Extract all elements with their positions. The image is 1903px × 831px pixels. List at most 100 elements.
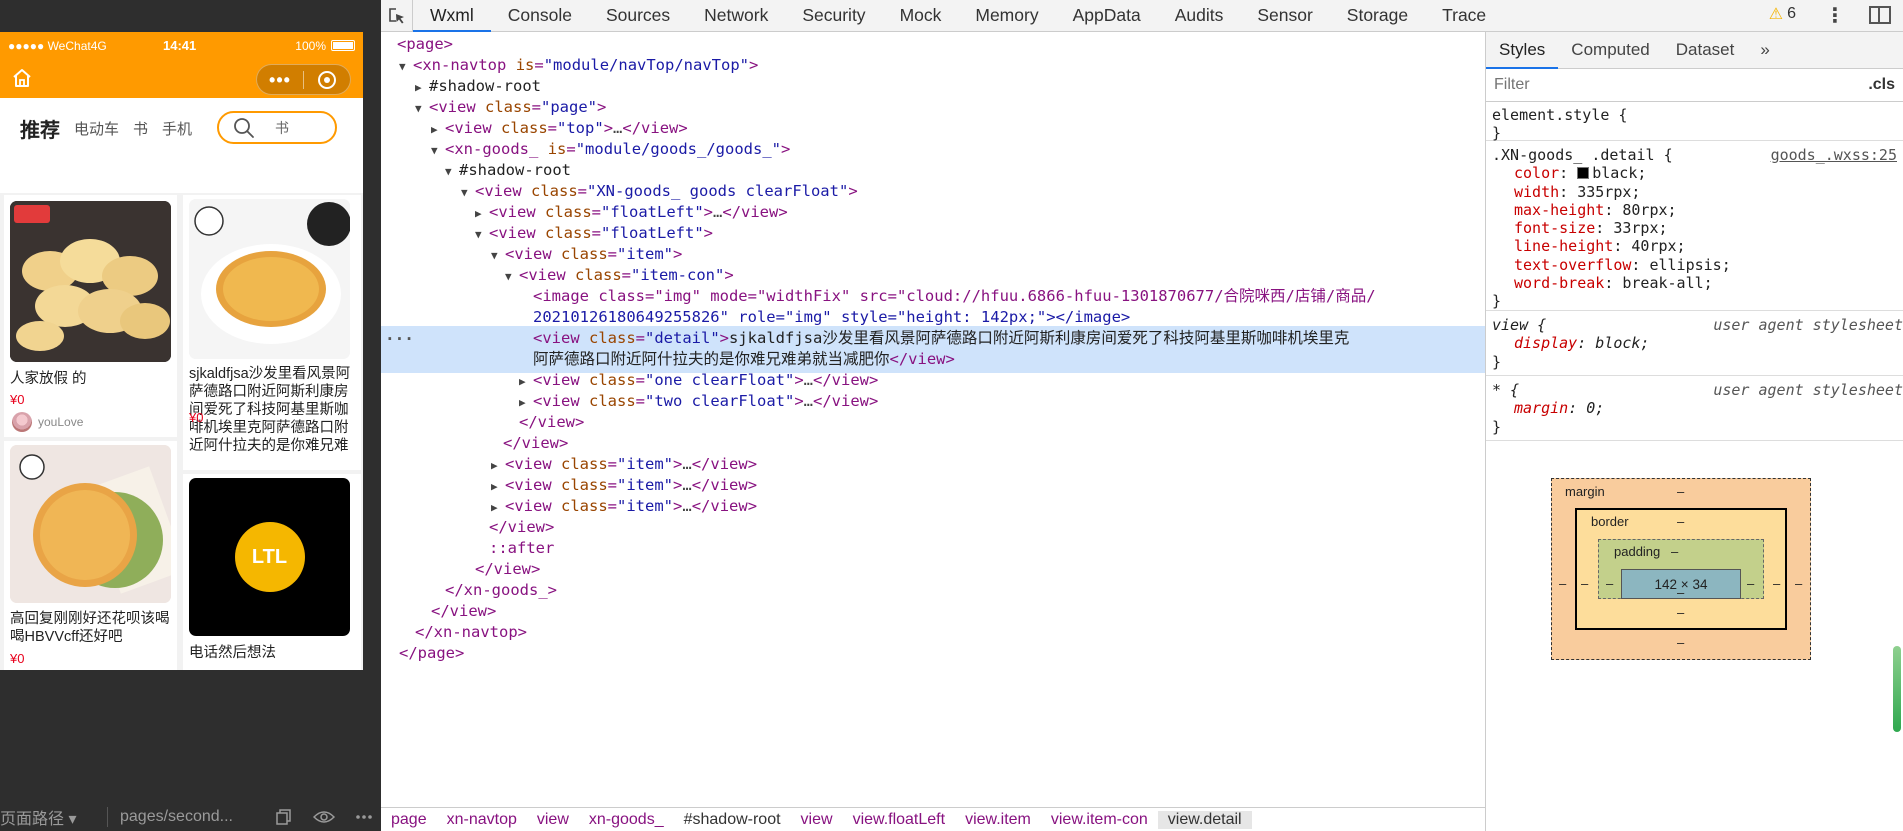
battery-percent: 100%	[295, 38, 326, 53]
tab-appdata[interactable]: AppData	[1056, 0, 1158, 32]
breadcrumb-item[interactable]: view	[791, 811, 843, 829]
carrier-label: ●●●●● WeChat4G	[8, 38, 107, 53]
cls-toggle-button[interactable]: .cls	[1868, 76, 1895, 94]
breadcrumb: page xn-navtop view xn-goods_ #shadow-ro…	[381, 807, 1485, 831]
page-path-dropdown[interactable]: 页面路径 ▾	[0, 805, 95, 829]
tab-audits[interactable]: Audits	[1158, 0, 1241, 32]
target-icon	[318, 70, 336, 89]
phone-screen: ●●●●● WeChat4G 14:41 100% ••• 推荐 电动车 书 手…	[0, 32, 363, 670]
tab-books[interactable]: 书	[133, 118, 148, 139]
css-property[interactable]: text-overflow: ellipsis;	[1492, 256, 1897, 274]
search-placeholder: 书	[275, 119, 289, 136]
more-menu-button[interactable]: •••	[257, 71, 303, 89]
tab-recommend[interactable]: 推荐	[20, 114, 60, 143]
rule-element-style: element.style { }	[1486, 104, 1903, 142]
breadcrumb-item[interactable]: view.floatLeft	[843, 811, 956, 829]
styles-filter-input[interactable]	[1492, 72, 1777, 98]
breadcrumb-item[interactable]: page	[381, 811, 437, 829]
tab-storage[interactable]: Storage	[1330, 0, 1425, 32]
tab-mock[interactable]: Mock	[883, 0, 959, 32]
rule-source-link[interactable]: goods_.wxss:25	[1771, 146, 1897, 164]
color-swatch[interactable]	[1577, 167, 1590, 180]
tab-phones[interactable]: 手机	[162, 118, 192, 139]
category-tabs: 推荐 电动车 书 手机 书	[0, 98, 363, 158]
product-title: 电话然后想法	[189, 645, 276, 661]
breadcrumb-item-active[interactable]: view.detail	[1157, 810, 1252, 829]
scrollbar-thumb[interactable]	[1893, 646, 1901, 732]
breadcrumb-item[interactable]: xn-navtop	[437, 811, 527, 829]
tab-trace[interactable]: Trace	[1425, 0, 1503, 32]
warning-count: 6	[1787, 5, 1796, 22]
box-model-diagram: 142 × 34 margin – border – padding – – –…	[1551, 478, 1811, 660]
home-icon[interactable]	[12, 68, 32, 88]
more-icon[interactable]	[353, 809, 375, 825]
footer-divider	[107, 807, 108, 827]
product-card[interactable]: 高回复刚刚好还花呗该喝喝HBVVcff还好吧 ¥0	[4, 441, 177, 670]
avatar	[12, 412, 32, 432]
simulator-panel: ●●●●● WeChat4G 14:41 100% ••• 推荐 电动车 书 手…	[0, 0, 381, 831]
rule-star-ua: * { user agent stylesheet margin: 0; }	[1486, 379, 1903, 441]
margin-label: margin	[1565, 484, 1605, 499]
tab-computed[interactable]: Computed	[1558, 32, 1662, 69]
tab-styles[interactable]: Styles	[1486, 32, 1559, 69]
devtools-panel: Wxml Console Sources Network Security Mo…	[381, 0, 1903, 831]
warning-icon: ⚠	[1768, 6, 1784, 23]
css-property[interactable]: max-height: 80rpx;	[1492, 201, 1897, 219]
styles-filter-bar: .cls	[1486, 69, 1903, 102]
app-root: ●●●●● WeChat4G 14:41 100% ••• 推荐 电动车 书 手…	[0, 0, 1903, 831]
css-property[interactable]: font-size: 33rpx;	[1492, 219, 1897, 237]
nav-bar: •••	[0, 59, 363, 98]
warnings-counter[interactable]: ⚠ 6	[1769, 4, 1796, 24]
battery-status: 100%	[295, 39, 355, 53]
styles-pane: Styles Computed Dataset » .cls element.s…	[1486, 32, 1903, 831]
rule-detail: .XN-goods_ .detail { goods_.wxss:25 colo…	[1486, 144, 1903, 311]
battery-icon	[331, 40, 355, 51]
breadcrumb-item[interactable]: #shadow-root	[674, 811, 791, 829]
css-property[interactable]: width: 335rpx;	[1492, 183, 1897, 201]
eye-icon[interactable]	[313, 809, 335, 825]
tab-ebike[interactable]: 电动车	[74, 118, 119, 139]
tab-console[interactable]: Console	[491, 0, 589, 32]
product-image-chips	[10, 201, 171, 362]
styles-tab-bar: Styles Computed Dataset »	[1486, 32, 1903, 69]
tab-sensor[interactable]: Sensor	[1240, 0, 1329, 32]
breadcrumb-item[interactable]: view	[527, 811, 579, 829]
page-path-value: pages/second...	[120, 808, 233, 825]
tab-network[interactable]: Network	[687, 0, 785, 32]
product-card[interactable]: sjkaldfjsa沙发里看风景阿萨德路口附近阿斯利康房间爱死了科技阿基里斯咖啡…	[183, 195, 361, 470]
tab-security[interactable]: Security	[785, 0, 882, 32]
product-seller: youLove	[4, 407, 177, 437]
kebab-menu-icon[interactable]: ⋮	[1825, 3, 1845, 28]
copy-icon[interactable]	[273, 809, 295, 825]
tab-wxml[interactable]: Wxml	[413, 0, 491, 32]
search-icon	[234, 117, 254, 138]
css-property[interactable]: color: black;	[1492, 164, 1897, 182]
ua-stylesheet-label: user agent stylesheet	[1713, 316, 1903, 334]
product-image-pancake	[189, 199, 350, 359]
tab-sources[interactable]: Sources	[589, 0, 687, 32]
close-mini-program-button[interactable]	[304, 70, 350, 89]
css-property[interactable]: word-break: break-all;	[1492, 274, 1897, 292]
tab-dataset[interactable]: Dataset	[1663, 32, 1748, 69]
css-property[interactable]: line-height: 40rpx;	[1492, 237, 1897, 255]
breadcrumb-item[interactable]: view.item	[955, 811, 1041, 829]
breadcrumb-item[interactable]: view.item-con	[1041, 811, 1158, 829]
clock: 14:41	[163, 38, 197, 53]
breadcrumb-item[interactable]: xn-goods_	[579, 811, 674, 829]
tab-memory[interactable]: Memory	[958, 0, 1055, 32]
product-title: sjkaldfjsa沙发里看风景阿萨德路口附近阿斯利康房间爱死了科技阿基里斯咖啡…	[189, 366, 351, 454]
css-property: margin: 0;	[1514, 399, 1605, 418]
product-price: ¥0	[10, 392, 25, 407]
status-bar: ●●●●● WeChat4G 14:41 100%	[0, 32, 363, 59]
product-card[interactable]: LTL 电话然后想法	[183, 474, 361, 670]
dock-side-icon[interactable]	[1869, 6, 1891, 24]
product-title: 高回复刚刚好还花呗该喝喝HBVVcff还好吧	[10, 611, 170, 645]
more-tabs-chevron-icon[interactable]: »	[1747, 32, 1782, 69]
search-box[interactable]: 书	[217, 111, 337, 144]
product-card[interactable]: 人家放假 的 ¥0	[4, 195, 177, 407]
tree-node[interactable]: </page>	[381, 641, 1485, 667]
rule-view-ua: view { user agent stylesheet display: bl…	[1486, 314, 1903, 376]
inspect-element-button[interactable]	[381, 0, 413, 32]
product-price: ¥0	[10, 651, 25, 666]
product-image-logo: LTL	[189, 478, 350, 636]
